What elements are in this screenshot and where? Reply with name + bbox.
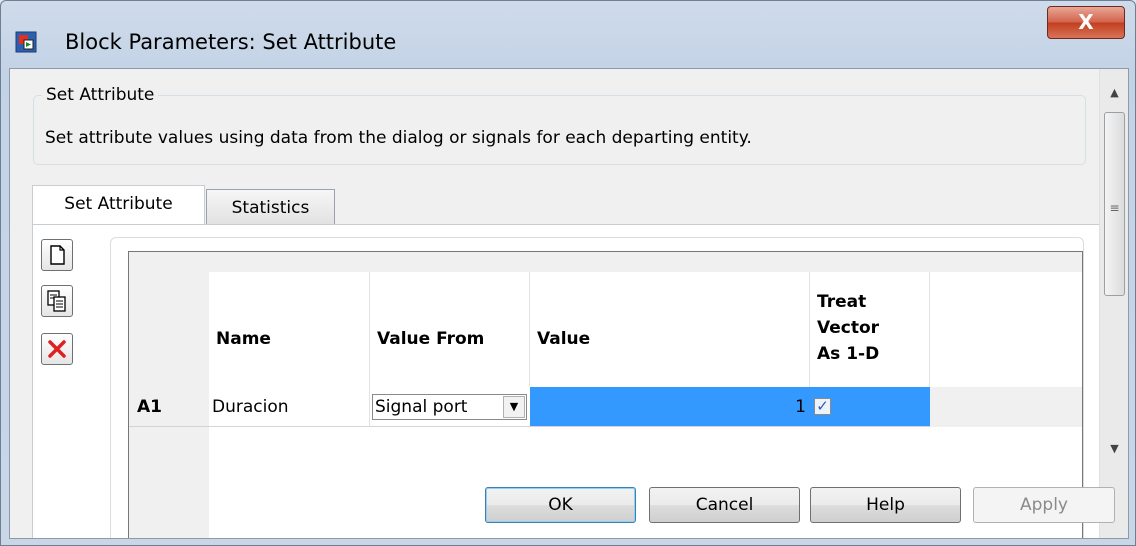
tab-set-attribute[interactable]: Set Attribute <box>32 185 205 225</box>
column-header-empty <box>930 272 1082 387</box>
new-row-icon <box>50 245 65 265</box>
group-legend: Set Attribute <box>42 85 159 105</box>
apply-button[interactable]: Apply <box>973 487 1115 523</box>
copy-row-button[interactable] <box>41 285 73 317</box>
copy-row-icon <box>47 290 66 312</box>
treat-vector-checkbox[interactable]: ✓ <box>814 398 831 415</box>
row-header: A1 <box>129 387 209 427</box>
column-header-treat-vector: Treat Vector As 1-D <box>810 272 930 387</box>
scroll-down-icon[interactable]: ▼ <box>1100 435 1128 463</box>
value-from-select[interactable]: Signal port ▼ <box>372 394 527 420</box>
tab-statistics[interactable]: Statistics <box>206 189 335 225</box>
column-header-value: Value <box>530 272 810 387</box>
block-parameters-window: Block Parameters: Set Attribute X Set At… <box>0 0 1136 546</box>
help-button[interactable]: Help <box>810 487 961 523</box>
window-title: Block Parameters: Set Attribute <box>65 30 397 54</box>
block-description: Set attribute values using data from the… <box>45 128 752 148</box>
grip-icon: ≡ <box>1109 201 1120 215</box>
delete-row-button[interactable] <box>41 333 73 365</box>
add-row-button[interactable] <box>41 239 73 271</box>
cancel-button[interactable]: Cancel <box>649 487 800 523</box>
dialog-client-area: Set Attribute Set attribute values using… <box>9 68 1129 539</box>
simulink-block-icon <box>15 31 37 53</box>
delete-row-icon <box>48 340 66 358</box>
attribute-value-cell[interactable]: 1 <box>530 387 810 427</box>
value-from-cell[interactable]: Signal port ▼ <box>370 387 530 427</box>
column-header-value-from: Value From <box>370 272 530 387</box>
column-header-name: Name <box>209 272 370 387</box>
scroll-thumb[interactable]: ≡ <box>1104 112 1125 296</box>
value-from-selected: Signal port <box>375 397 468 417</box>
vertical-scrollbar[interactable]: ▲ ≡ ▼ <box>1099 69 1128 538</box>
title-bar[interactable]: Block Parameters: Set Attribute X <box>1 1 1135 61</box>
close-button[interactable]: X <box>1047 6 1125 39</box>
attribute-name-cell[interactable]: Duracion <box>209 387 370 427</box>
description-group: Set Attribute Set attribute values using… <box>33 85 1086 165</box>
treat-vector-cell[interactable]: ✓ <box>810 387 930 427</box>
ok-button[interactable]: OK <box>485 487 636 523</box>
chevron-down-icon[interactable]: ▼ <box>503 396 525 418</box>
scroll-up-icon[interactable]: ▲ <box>1100 79 1128 107</box>
